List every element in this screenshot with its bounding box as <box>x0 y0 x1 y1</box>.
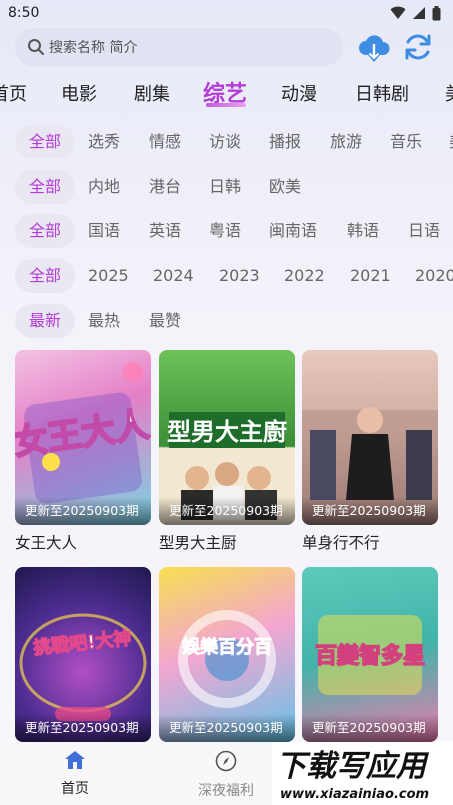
nav-home-label: 首页 <box>61 781 89 797</box>
filter-year-row: 全部 2025 2024 2023 2022 2021 2020 <box>0 259 453 293</box>
filter-type-item[interactable]: 访谈 <box>209 125 241 159</box>
filter-type-item[interactable]: 播报 <box>269 125 301 159</box>
filter-language-item[interactable]: 日语 <box>408 214 440 248</box>
nav-late-night-label: 深夜福利 <box>198 783 254 799</box>
search-row: 搜索名称 简介 <box>0 28 453 68</box>
filter-region-item[interactable]: 内地 <box>88 170 120 204</box>
filter-type-all[interactable]: 全部 <box>15 125 75 159</box>
compass-icon <box>215 750 237 772</box>
filter-year-item[interactable]: 2024 <box>153 259 194 293</box>
filter-year-item[interactable]: 2023 <box>219 259 260 293</box>
status-icons <box>390 5 441 21</box>
tab-series[interactable]: 剧集 <box>134 80 170 106</box>
filter-type-item[interactable]: 美 <box>449 125 453 159</box>
filter-language-item[interactable]: 闽南语 <box>269 214 317 248</box>
filter-language-row: 全部 国语 英语 粤语 闽南语 韩语 日语 <box>0 214 453 248</box>
signal-icon <box>413 7 425 19</box>
filter-region-item[interactable]: 欧美 <box>269 170 301 204</box>
show-card[interactable]: 型男大主廚 更新至20250903期 型男大主厨 <box>159 350 295 553</box>
wifi-icon <box>390 6 406 19</box>
show-title: 女王大人 <box>15 534 78 552</box>
filter-language-item[interactable]: 粤语 <box>209 214 241 248</box>
filter-year-all[interactable]: 全部 <box>15 259 75 293</box>
filter-type-item[interactable]: 音乐 <box>390 125 422 159</box>
show-card[interactable]: 挑戰吧!大神 更新至20250903期 <box>15 567 151 748</box>
tab-jk-drama[interactable]: 日韩剧 <box>355 80 409 106</box>
show-title: 型男大主厨 <box>159 534 237 552</box>
episode-badge: 更新至20250903期 <box>15 497 151 525</box>
poster-art-text: 挑戰吧!大神 <box>32 627 132 659</box>
show-card[interactable]: 百變智多星 更新至20250903期 <box>302 567 438 748</box>
show-poster[interactable]: 更新至20250903期 <box>302 350 438 525</box>
show-poster[interactable]: 娛樂百分百 更新至20250903期 <box>159 567 295 742</box>
show-poster[interactable]: 百變智多星 更新至20250903期 <box>302 567 438 742</box>
watermark-logo: 下载写应用 www.xiazainiao.com <box>276 749 430 802</box>
sort-hottest[interactable]: 最热 <box>88 304 120 338</box>
site-watermark: 下载写应用 www.xiazainiao.com <box>272 742 453 805</box>
refresh-button[interactable] <box>401 30 435 64</box>
cloud-download-icon <box>359 35 390 63</box>
filter-type-row: 全部 选秀 情感 访谈 播报 旅游 音乐 美 <box>0 125 453 159</box>
filter-year-item[interactable]: 2025 <box>88 259 129 293</box>
search-icon <box>28 39 44 55</box>
search-input[interactable]: 搜索名称 简介 <box>15 28 343 66</box>
filter-type-item[interactable]: 旅游 <box>330 125 362 159</box>
filter-year-item[interactable]: 2020 <box>415 259 453 293</box>
poster-art-text: 娛樂百分百 <box>181 636 272 658</box>
sort-latest[interactable]: 最新 <box>15 304 75 338</box>
download-button[interactable] <box>357 30 391 64</box>
poster-art-text: 百變智多星 <box>315 643 425 669</box>
tab-us[interactable]: 美 <box>445 80 453 106</box>
show-poster[interactable]: 型男大主廚 更新至20250903期 <box>159 350 295 525</box>
tab-anime[interactable]: 动漫 <box>281 80 317 106</box>
search-placeholder: 搜索名称 简介 <box>49 40 138 56</box>
show-poster[interactable]: 女王大人 更新至20250903期 <box>15 350 151 525</box>
status-bar: 8:50 <box>0 0 453 26</box>
filter-type-item[interactable]: 情感 <box>149 125 181 159</box>
show-card[interactable]: 娛樂百分百 更新至20250903期 <box>159 567 295 748</box>
episode-badge: 更新至20250903期 <box>302 714 438 742</box>
filter-sort-row: 最新 最热 最赞 <box>0 304 453 338</box>
home-icon <box>65 751 85 769</box>
show-card[interactable]: 女王大人 更新至20250903期 女王大人 <box>15 350 151 553</box>
tab-home[interactable]: 首页 <box>0 80 27 106</box>
poster-art-text: 型男大主廚 <box>167 418 287 446</box>
show-title: 单身行不行 <box>302 534 380 552</box>
tab-movies[interactable]: 电影 <box>61 80 97 106</box>
filter-language-all[interactable]: 全部 <box>15 214 75 248</box>
svg-text:下载写应用: 下载写应用 <box>276 749 430 784</box>
show-card[interactable]: 更新至20250903期 单身行不行 <box>302 350 438 553</box>
nav-home[interactable]: 首页 <box>40 750 110 798</box>
show-poster[interactable]: 挑戰吧!大神 更新至20250903期 <box>15 567 151 742</box>
episode-badge: 更新至20250903期 <box>159 497 295 525</box>
episode-badge: 更新至20250903期 <box>15 714 151 742</box>
filter-region-item[interactable]: 港台 <box>149 170 181 204</box>
active-tab-indicator <box>206 103 246 107</box>
filter-language-item[interactable]: 国语 <box>88 214 120 248</box>
battery-icon <box>432 5 441 20</box>
filter-year-item[interactable]: 2021 <box>350 259 391 293</box>
svg-text:www.xiazainiao.com: www.xiazainiao.com <box>280 787 429 802</box>
episode-badge: 更新至20250903期 <box>159 714 295 742</box>
episode-badge: 更新至20250903期 <box>302 497 438 525</box>
refresh-icon <box>405 34 431 60</box>
sort-most-liked[interactable]: 最赞 <box>149 304 181 338</box>
status-time: 8:50 <box>8 5 40 21</box>
filter-region-all[interactable]: 全部 <box>15 170 75 204</box>
filter-language-item[interactable]: 韩语 <box>347 214 379 248</box>
nav-late-night[interactable]: 深夜福利 <box>191 750 261 800</box>
filter-year-item[interactable]: 2022 <box>284 259 325 293</box>
filter-language-item[interactable]: 英语 <box>149 214 181 248</box>
filter-region-row: 全部 内地 港台 日韩 欧美 <box>0 170 453 204</box>
filter-region-item[interactable]: 日韩 <box>209 170 241 204</box>
filter-type-item[interactable]: 选秀 <box>88 125 120 159</box>
